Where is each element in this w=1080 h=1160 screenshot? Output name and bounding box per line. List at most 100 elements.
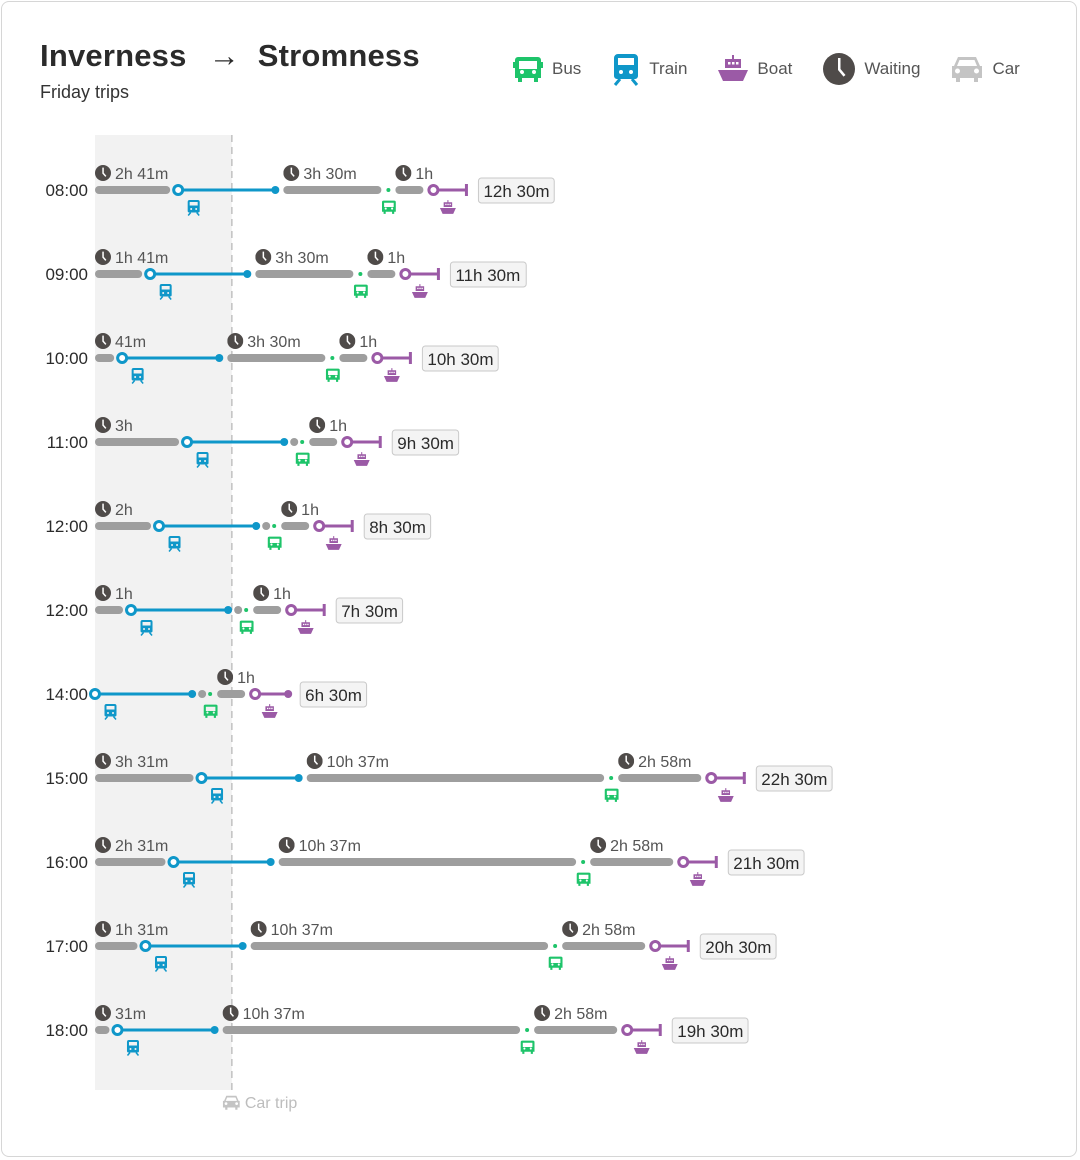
clock-icon [281, 501, 298, 517]
wait-duration-label: 3h 30m [247, 334, 300, 351]
departure-time-label: 17:00 [45, 937, 88, 956]
wait-duration-label: 1h 31m [115, 922, 168, 939]
wait-duration-label: 2h 41m [115, 166, 168, 183]
trip-row: 17:00 1h 31m 10h 37m 2h 58m 20h 30m [45, 921, 777, 972]
departure-time-label: 10:00 [45, 349, 88, 368]
departure-time-label: 16:00 [45, 853, 88, 872]
boat-start-stop [649, 940, 662, 952]
total-duration-label: 10h 30m [427, 350, 493, 369]
boat-start-stop [621, 1024, 634, 1036]
boat-icon [661, 956, 678, 970]
bus-icon [381, 200, 396, 214]
wait-duration-label: 10h 37m [327, 754, 389, 771]
clock-icon [253, 585, 270, 601]
bus-segment [300, 440, 305, 444]
train-end-stop [238, 942, 247, 950]
clock-icon [367, 249, 384, 265]
train-end-stop [280, 438, 289, 446]
boat-icon [261, 704, 278, 718]
total-duration-label: 7h 30m [341, 602, 398, 621]
clock-icon [339, 333, 356, 349]
bus-segment [553, 944, 558, 948]
train-start-stop [89, 688, 101, 700]
bus-icon [353, 284, 368, 298]
bus-segment [244, 608, 249, 612]
wait-duration-label: 31m [115, 1006, 146, 1023]
boat-start-stop [341, 436, 354, 448]
boat-start-stop [313, 520, 326, 532]
clock-icon [562, 921, 579, 937]
train-end-stop [271, 186, 280, 194]
wait-duration-label: 41m [115, 334, 146, 351]
wait-duration-label: 10h 37m [243, 1006, 305, 1023]
wait-duration-label: 1h 41m [115, 250, 168, 267]
clock-icon [255, 249, 272, 265]
total-duration-label: 20h 30m [705, 938, 771, 957]
wait-duration-label: 2h 58m [638, 754, 691, 771]
clock-icon [283, 165, 300, 181]
train-end-stop [252, 522, 261, 530]
total-duration-label: 12h 30m [483, 182, 549, 201]
boat-icon [717, 788, 734, 802]
bus-segment [358, 272, 363, 276]
clock-icon [222, 1005, 239, 1021]
short-wait-dot [290, 438, 299, 446]
clock-icon [618, 753, 635, 769]
bus-icon [239, 620, 254, 634]
clock-icon [534, 1005, 551, 1021]
wait-duration-label: 10h 37m [271, 922, 333, 939]
wait-duration-label: 1h [237, 670, 255, 687]
clock-icon [309, 417, 326, 433]
bus-icon [295, 452, 310, 466]
clock-icon [278, 837, 295, 853]
wait-duration-label: 1h [387, 250, 405, 267]
wait-duration-label: 1h [359, 334, 377, 351]
wait-duration-label: 2h 58m [610, 838, 663, 855]
bus-icon [520, 1040, 535, 1054]
clock-icon [217, 669, 234, 685]
wait-duration-label: 2h 58m [582, 922, 635, 939]
wait-duration-label: 3h 30m [303, 166, 356, 183]
wait-duration-label: 10h 37m [299, 838, 361, 855]
wait-duration-label: 3h 30m [275, 250, 328, 267]
clock-icon [395, 165, 412, 181]
bus-icon [604, 788, 619, 802]
clock-icon [95, 585, 111, 601]
boat-start-stop [705, 772, 718, 784]
boat-start-stop [249, 688, 262, 700]
boat-start-stop [427, 184, 440, 196]
train-start-stop [181, 436, 194, 448]
clock-icon [95, 921, 111, 937]
boat-start-stop [399, 268, 412, 280]
car-trip-label: Car trip [245, 1095, 298, 1112]
departure-time-label: 12:00 [45, 517, 88, 536]
total-duration-label: 6h 30m [305, 686, 362, 705]
boat-icon [439, 200, 456, 214]
boat-icon [353, 452, 370, 466]
short-wait-dot [234, 606, 243, 614]
boat-icon [383, 368, 400, 382]
bus-icon [325, 368, 340, 382]
clock-icon [227, 333, 244, 349]
train-end-stop [215, 354, 224, 362]
clock-icon [95, 165, 111, 181]
clock-icon [250, 921, 267, 937]
short-wait-dot [198, 690, 207, 698]
total-duration-label: 22h 30m [761, 770, 827, 789]
boat-icon [689, 872, 706, 886]
boat-end-stop [284, 690, 293, 698]
wait-duration-label: 1h [329, 418, 347, 435]
train-end-stop [266, 858, 275, 866]
wait-duration-label: 3h [115, 418, 133, 435]
wait-duration-label: 1h [301, 502, 319, 519]
bus-segment [581, 860, 586, 864]
bus-segment [208, 692, 213, 696]
departure-time-label: 15:00 [45, 769, 88, 788]
wait-duration-label: 2h 58m [554, 1006, 607, 1023]
boat-start-stop [371, 352, 384, 364]
boat-icon [325, 536, 342, 550]
train-end-stop [243, 270, 252, 278]
train-start-stop [153, 520, 166, 532]
clock-icon [95, 837, 111, 853]
wait-duration-label: 2h [115, 502, 133, 519]
